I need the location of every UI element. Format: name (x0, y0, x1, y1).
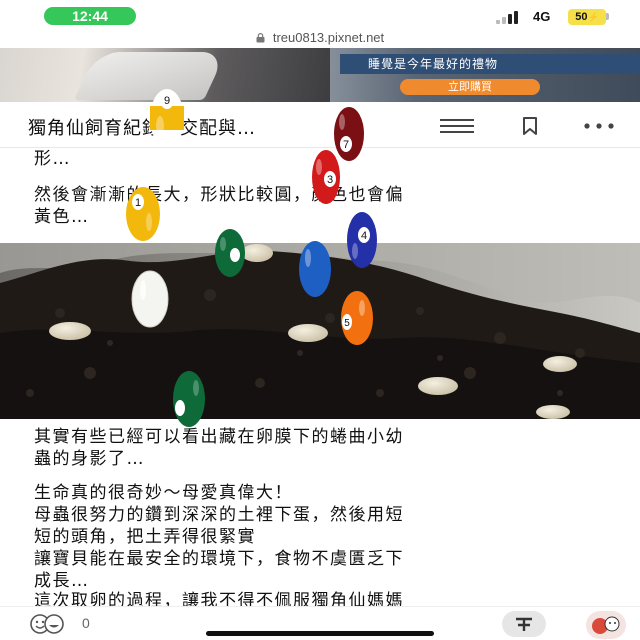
billiard-ball (172, 370, 206, 428)
billiard-ball: 1 (125, 186, 161, 242)
user-avatar[interactable] (586, 611, 626, 639)
signal-icon (496, 10, 524, 24)
billiard-ball: 9 (149, 88, 185, 148)
ball-number: 4 (361, 230, 367, 242)
tip-button[interactable] (502, 611, 546, 637)
ball-number: 9 (164, 95, 170, 107)
network-type: 4G (533, 9, 551, 24)
status-time: 12:44 (44, 7, 136, 25)
url-text: treu0813.pixnet.net (272, 30, 385, 45)
article-paragraph: 形… (34, 149, 71, 169)
ball-number: 3 (327, 174, 333, 186)
lock-icon (256, 33, 265, 43)
ad-buy-button[interactable]: 立即購買 (400, 79, 540, 95)
ad-banner[interactable]: 睡覺是今年最好的禮物 立即購買 (0, 48, 640, 102)
ball-number: 1 (135, 197, 141, 209)
battery-level: 50 (575, 11, 588, 23)
article-paragraph: 生命真的很奇妙～母愛真偉大！ 母蟲很努力的鑽到深深的土裡下蛋，然後用短 短的頭角… (34, 483, 404, 591)
ad-title: 睡覺是今年最好的禮物 (340, 54, 640, 74)
billiard-ball: 4 (346, 211, 378, 269)
battery-tip (606, 13, 609, 20)
charging-icon: ⚡ (587, 12, 599, 22)
article-header: 獨角仙飼育紀錄…交配與… (0, 102, 640, 148)
billiard-ball (214, 228, 246, 278)
tip-icon (516, 617, 532, 631)
home-indicator[interactable] (206, 631, 434, 636)
article-title: 獨角仙飼育紀錄…交配與… (28, 118, 256, 139)
like-reaction-icon[interactable] (28, 613, 66, 635)
billiard-ball (131, 270, 169, 328)
hamburger-menu-icon[interactable] (440, 116, 474, 136)
billiard-ball: 5 (340, 290, 374, 346)
status-bar: 12:44 4G 50⚡ (0, 0, 640, 28)
ball-number: 7 (343, 139, 349, 151)
avatar-image (592, 616, 620, 634)
address-bar[interactable]: treu0813.pixnet.net (0, 28, 640, 48)
article-paragraph: 其實有些已經可以看出藏在卵膜下的蜷曲小幼 蟲的身影了… (34, 427, 404, 469)
battery-icon: 50⚡ (568, 9, 606, 25)
bottom-toolbar: 0 (0, 606, 640, 640)
billiard-ball (298, 240, 332, 298)
more-dots-icon[interactable] (583, 116, 615, 136)
bookmark-icon[interactable] (520, 116, 540, 136)
ball-number: 5 (344, 318, 350, 329)
billiard-ball: 3 (311, 149, 341, 205)
like-count: 0 (82, 615, 90, 631)
